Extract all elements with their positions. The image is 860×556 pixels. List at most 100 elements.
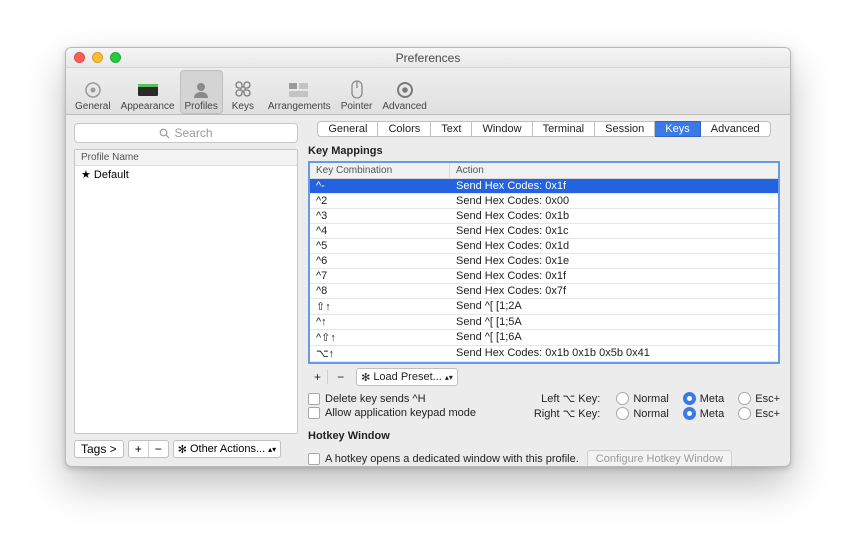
toolbar-arrangements[interactable]: Arrangements: [263, 70, 336, 114]
close-icon[interactable]: [74, 52, 85, 63]
checkbox-icon: [308, 453, 320, 465]
table-row[interactable]: ^3Send Hex Codes: 0x1b: [310, 209, 778, 224]
command-icon: [232, 79, 254, 101]
profile-list-header: Profile Name: [75, 150, 297, 166]
right-opt-normal[interactable]: Normal: [616, 407, 668, 420]
radio-label: Normal: [633, 408, 668, 420]
cell-key: ^⇧↑: [310, 330, 450, 345]
table-row[interactable]: ^⇧↑Send ^[ [1;6A: [310, 330, 778, 346]
right-opt-esc[interactable]: Esc+: [738, 407, 780, 420]
delete-sends-checkbox[interactable]: Delete key sends ^H: [308, 392, 534, 406]
radio-label: Meta: [700, 408, 724, 420]
zoom-icon[interactable]: [110, 52, 121, 63]
load-preset-dropdown[interactable]: ✻ Load Preset... ▴▾: [356, 368, 458, 386]
left-bottom-bar: Tags > + − ✻ Other Actions... ▴▾: [74, 440, 298, 458]
toolbar-keys[interactable]: Keys: [223, 70, 263, 114]
col-key-combination[interactable]: Key Combination: [310, 163, 450, 178]
tab-terminal[interactable]: Terminal: [533, 121, 596, 137]
load-preset-label: Load Preset...: [373, 371, 442, 383]
toolbar-label: Profiles: [185, 101, 218, 112]
table-row[interactable]: ^5Send Hex Codes: 0x1d: [310, 239, 778, 254]
configure-hotkey-button[interactable]: Configure Hotkey Window: [587, 450, 732, 467]
radio-label: Esc+: [755, 393, 780, 405]
table-header: Key Combination Action: [310, 163, 778, 179]
appearance-icon: [137, 79, 159, 101]
cell-key: ^↑: [310, 315, 450, 329]
radio-label: Normal: [633, 393, 668, 405]
tab-session[interactable]: Session: [595, 121, 655, 137]
table-row[interactable]: ^7Send Hex Codes: 0x1f: [310, 269, 778, 284]
left-opt-normal[interactable]: Normal: [616, 392, 668, 405]
cell-key: ^2: [310, 194, 450, 208]
cell-action: Send ^[ [1;2A: [450, 299, 778, 314]
toolbar-appearance[interactable]: Appearance: [116, 70, 180, 114]
table-row[interactable]: ^2Send Hex Codes: 0x00: [310, 194, 778, 209]
checkbox-icon: [308, 407, 320, 419]
cell-key: ^8: [310, 284, 450, 298]
col-action[interactable]: Action: [450, 163, 778, 178]
left-opt-esc[interactable]: Esc+: [738, 392, 780, 405]
add-remove-mapping: + −: [308, 369, 350, 385]
radio-label: Esc+: [755, 408, 780, 420]
tab-colors[interactable]: Colors: [378, 121, 431, 137]
mouse-icon: [346, 79, 368, 101]
titlebar: Preferences: [66, 48, 790, 68]
other-actions-dropdown[interactable]: ✻ Other Actions... ▴▾: [173, 440, 281, 458]
options-row: Delete key sends ^H Allow application ke…: [308, 392, 780, 420]
table-row[interactable]: ⇧↑Send ^[ [1;2A: [310, 299, 778, 315]
right-pane: General Colors Text Window Terminal Sess…: [302, 115, 790, 466]
cell-key: ⇧↑: [310, 299, 450, 314]
cell-action: Send Hex Codes: 0x00: [450, 194, 778, 208]
checkbox-icon: [308, 393, 320, 405]
tab-text[interactable]: Text: [431, 121, 472, 137]
delete-label: Delete key sends ^H: [325, 393, 426, 405]
toolbar-label: Pointer: [341, 101, 373, 112]
table-row[interactable]: ^8Send Hex Codes: 0x7f: [310, 284, 778, 299]
toolbar-pointer[interactable]: Pointer: [336, 70, 378, 114]
tags-button[interactable]: Tags >: [74, 440, 124, 458]
table-row[interactable]: ^6Send Hex Codes: 0x1e: [310, 254, 778, 269]
table-row[interactable]: ^-Send Hex Codes: 0x1f: [310, 179, 778, 194]
add-mapping-button[interactable]: +: [308, 370, 328, 384]
cell-key: ^7: [310, 269, 450, 283]
search-input[interactable]: Search: [74, 123, 298, 143]
tab-advanced[interactable]: Advanced: [701, 121, 771, 137]
option-key-radios: Left ⌥ Key: Normal Meta Esc+ Right ⌥ Key…: [534, 392, 780, 420]
hotkey-window-title: Hotkey Window: [308, 430, 780, 442]
minimize-icon[interactable]: [92, 52, 103, 63]
right-opt-meta[interactable]: Meta: [683, 407, 724, 420]
tab-keys[interactable]: Keys: [655, 121, 700, 137]
hotkey-checkbox[interactable]: A hotkey opens a dedicated window with t…: [308, 452, 579, 466]
table-row[interactable]: ^↑Send ^[ [1;5A: [310, 315, 778, 330]
profile-subtabs: General Colors Text Window Terminal Sess…: [308, 121, 780, 137]
cell-action: Send Hex Codes: 0x7f: [450, 284, 778, 298]
window-title: Preferences: [66, 51, 790, 65]
gear-icon: [394, 79, 416, 101]
chevron-updown-icon: ▴▾: [445, 374, 453, 381]
profile-row-default[interactable]: ★ Default: [75, 166, 297, 183]
toolbar-label: Appearance: [121, 101, 175, 112]
key-mappings-table[interactable]: Key Combination Action ^-Send Hex Codes:…: [308, 161, 780, 364]
search-icon: [159, 128, 170, 139]
table-row[interactable]: ⌥↑Send Hex Codes: 0x1b 0x1b 0x5b 0x41: [310, 346, 778, 362]
toolbar-general[interactable]: General: [70, 70, 116, 114]
main-toolbar: General Appearance Profiles Keys Arrange…: [66, 68, 790, 115]
tab-window[interactable]: Window: [472, 121, 532, 137]
cell-action: Send ^[ [1;6A: [450, 330, 778, 345]
tab-general[interactable]: General: [317, 121, 378, 137]
cell-key: ^4: [310, 224, 450, 238]
remove-profile-button[interactable]: −: [149, 441, 168, 457]
left-opt-meta[interactable]: Meta: [683, 392, 724, 405]
keypad-mode-checkbox[interactable]: Allow application keypad mode: [308, 406, 534, 420]
remove-mapping-button[interactable]: −: [331, 370, 350, 384]
toolbar-label: Arrangements: [268, 101, 331, 112]
toolbar-profiles[interactable]: Profiles: [180, 70, 223, 114]
table-row[interactable]: ^4Send Hex Codes: 0x1c: [310, 224, 778, 239]
hotkey-row: A hotkey opens a dedicated window with t…: [308, 450, 780, 467]
add-profile-button[interactable]: +: [129, 441, 149, 457]
right-opt-label: Right ⌥ Key:: [534, 407, 602, 420]
traffic-lights: [74, 52, 121, 63]
hotkey-label: A hotkey opens a dedicated window with t…: [325, 453, 579, 465]
profile-list[interactable]: Profile Name ★ Default: [74, 149, 298, 434]
toolbar-advanced[interactable]: Advanced: [377, 70, 431, 114]
